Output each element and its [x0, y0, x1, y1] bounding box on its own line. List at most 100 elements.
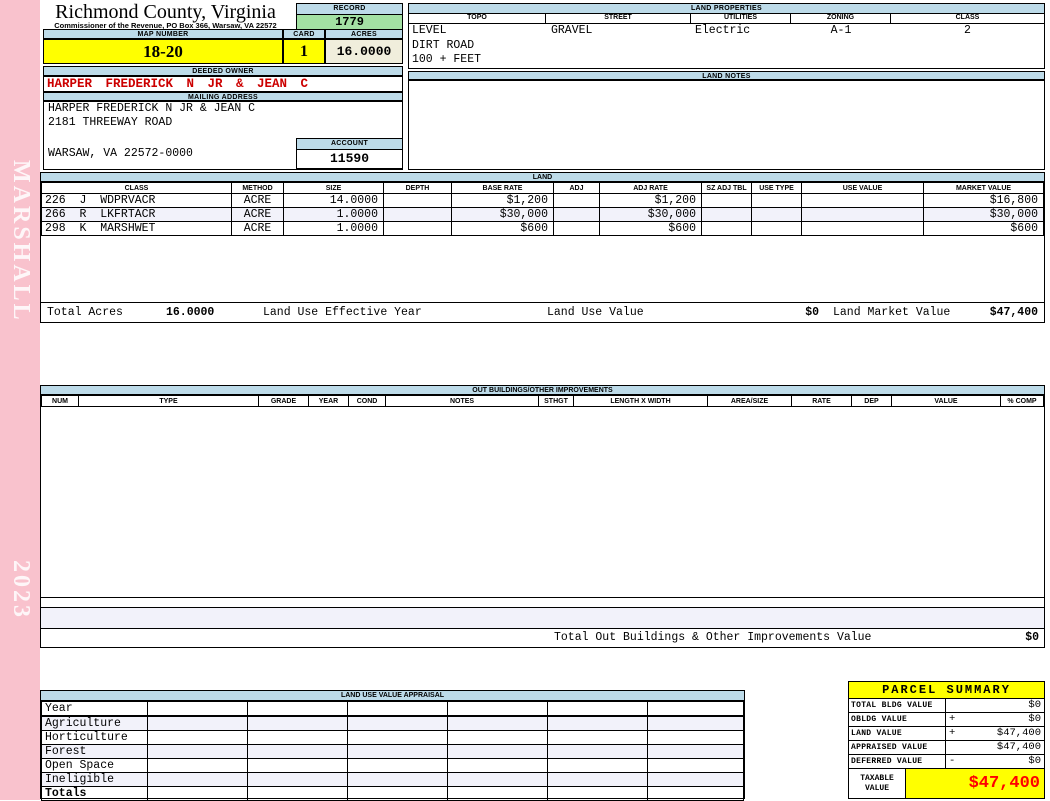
card-value: 1 — [283, 39, 325, 64]
appraisal-row-totals: Totals — [41, 786, 744, 801]
summary-row-land-value: LAND VALUE + $47,400 — [849, 727, 1044, 741]
ob-col-sthgt: STHGT — [538, 395, 574, 407]
ob-col-cond: COND — [348, 395, 386, 407]
cell-adj — [553, 207, 600, 222]
card-label: CARD — [283, 29, 325, 39]
appraisal-row-forest: Forest — [41, 744, 744, 759]
cell — [447, 744, 548, 759]
land-col-adj: ADJ — [553, 182, 600, 194]
acres-label: ACRES — [325, 29, 403, 39]
out-buildings-totals-row: Total Out Buildings & Other Improvements… — [41, 628, 1044, 647]
value-zoning: A-1 — [830, 24, 852, 37]
col-zoning: ZONING — [791, 14, 891, 24]
cell — [347, 715, 448, 731]
cell — [547, 715, 648, 731]
row-operator: + — [949, 713, 956, 725]
appraisal-row-open-space: Open Space — [41, 758, 744, 773]
cell — [447, 715, 548, 731]
acres-value: 16.0000 — [325, 39, 403, 64]
out-buildings-empty-row — [41, 597, 1044, 607]
total-acres-value: 16.0000 — [166, 306, 215, 319]
cell-use-type — [751, 193, 802, 208]
col-utilities: UTILITIES — [691, 14, 791, 24]
land-notes-title: LAND NOTES — [408, 71, 1045, 80]
summary-row-appraised: APPRAISED VALUE $47,400 — [849, 741, 1044, 755]
land-totals-row: Total Acres 16.0000 Land Use Effective Y… — [41, 302, 1044, 322]
appraisal-row-horticulture: Horticulture — [41, 730, 744, 745]
cell — [547, 730, 648, 745]
cell — [347, 744, 448, 759]
value-street: GRAVEL — [551, 24, 593, 37]
cell-market-value: $600 — [923, 221, 1044, 236]
cell-method: ACRE — [231, 221, 284, 236]
out-buildings-total-value: $0 — [1025, 631, 1039, 644]
cell-sz-adj-tbl — [701, 193, 752, 208]
row-value: $47,400 — [996, 741, 1041, 753]
cell-adj — [553, 221, 600, 236]
cell — [447, 758, 548, 773]
row-label: Horticulture — [41, 730, 148, 745]
topo-extra-line-2: 100 + FEET — [412, 53, 482, 66]
cell-use-type — [751, 207, 802, 222]
cell — [147, 772, 248, 787]
cell — [247, 744, 348, 759]
cell-adj-rate: $1,200 — [599, 193, 702, 208]
out-buildings-title: OUT BUILDINGS/OTHER IMPROVEMENTS — [41, 386, 1044, 395]
ob-col-rate: RATE — [791, 395, 852, 407]
address-line-2: 2181 THREEWAY ROAD — [48, 116, 173, 129]
land-properties-values: LEVEL GRAVEL Electric A-1 2 — [409, 24, 1044, 39]
value-class: 2 — [964, 24, 971, 37]
ob-col-value: VALUE — [891, 395, 1001, 407]
land-use-value: $0 — [805, 306, 819, 319]
land-use-value-label: Land Use Value — [547, 306, 644, 319]
cell — [247, 786, 348, 801]
cell-sz-adj-tbl — [701, 207, 752, 222]
cell-depth — [383, 193, 452, 208]
value-topo: LEVEL — [412, 24, 447, 37]
row-value: $47,400 — [996, 727, 1041, 739]
land-col-base-rate: BASE RATE — [451, 182, 554, 194]
cell — [447, 701, 548, 717]
cell — [347, 772, 448, 787]
cell — [147, 758, 248, 773]
row-label: LAND VALUE — [849, 727, 946, 740]
row-label: Year — [41, 701, 148, 717]
land-market-value-label: Land Market Value — [833, 306, 951, 319]
land-properties-columns: TOPO STREET UTILITIES ZONING CLASS — [409, 14, 1044, 24]
land-table: CLASS METHOD SIZE DEPTH BASE RATE ADJ AD… — [41, 182, 1044, 236]
row-label: Agriculture — [41, 715, 148, 731]
cell-depth — [383, 207, 452, 222]
cell — [147, 730, 248, 745]
cell — [347, 786, 448, 801]
land-col-size: SIZE — [283, 182, 384, 194]
land-market-value: $47,400 — [989, 306, 1038, 319]
land-notes-box — [408, 80, 1045, 170]
cell-use-type — [751, 221, 802, 236]
cell-class: 226 J WDPRVACR — [41, 193, 232, 208]
cell — [547, 772, 648, 787]
ob-col-area-size: AREA/SIZE — [707, 395, 792, 407]
cell — [147, 744, 248, 759]
land-properties-title: LAND PROPERTIES — [409, 4, 1044, 14]
cell-base-rate: $1,200 — [451, 193, 554, 208]
cell-adj-rate: $30,000 — [599, 207, 702, 222]
land-col-use-type: USE TYPE — [751, 182, 802, 194]
cell-market-value: $16,800 — [923, 193, 1044, 208]
ob-col-grade: GRADE — [258, 395, 309, 407]
cell — [347, 758, 448, 773]
land-row: 266 R LKFRTACR ACRE 1.0000 $30,000 $30,0… — [41, 207, 1044, 222]
ob-col-length-width: LENGTH X WIDTH — [573, 395, 708, 407]
cell — [147, 715, 248, 731]
account-value: 11590 — [296, 150, 403, 169]
land-col-market-value: MARKET VALUE — [923, 182, 1044, 194]
ob-col-pct-comp: % COMP — [1000, 395, 1044, 407]
land-table-header: CLASS METHOD SIZE DEPTH BASE RATE ADJ AD… — [41, 182, 1044, 194]
row-label: Ineligible — [41, 772, 148, 787]
map-number-value: 18-20 — [43, 39, 283, 64]
cell — [647, 715, 744, 731]
cell — [647, 786, 744, 801]
cell — [547, 758, 648, 773]
cell — [547, 701, 648, 717]
land-col-adj-rate: ADJ RATE — [599, 182, 702, 194]
map-number-label: MAP NUMBER — [43, 29, 283, 39]
